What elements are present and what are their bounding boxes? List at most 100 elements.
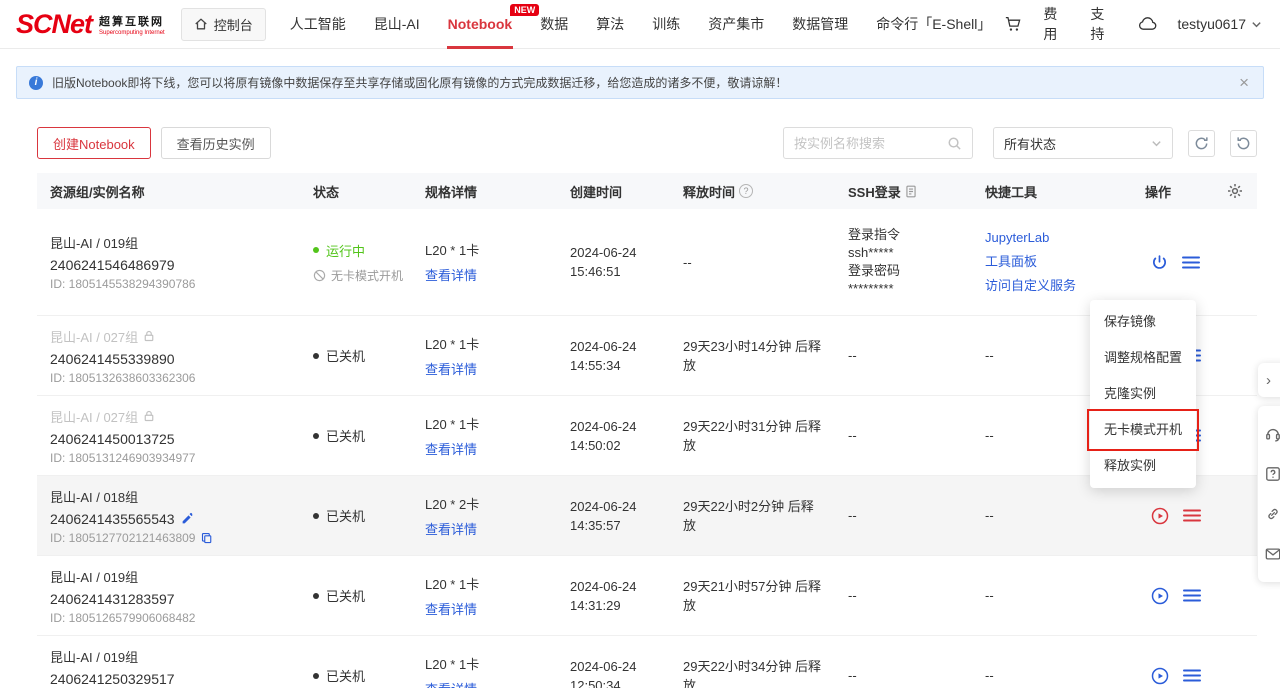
status-filter-select[interactable]: 所有状态: [993, 127, 1173, 159]
release-time: 29天23小时14分钟 后释放: [683, 337, 848, 375]
no-gpu-mode-icon: [313, 269, 326, 282]
custom-service-link[interactable]: 访问自定义服务: [985, 274, 1137, 298]
status-dot: [313, 673, 319, 679]
nav-item-ai[interactable]: 人工智能: [276, 0, 360, 49]
scnet-logo[interactable]: SCNet 超算互联网 Supercomputing Internet: [16, 11, 165, 38]
toolbar: 创建Notebook 查看历史实例 所有状态: [37, 127, 1257, 159]
support-link[interactable]: 支持: [1090, 4, 1116, 44]
create-notebook-button[interactable]: 创建Notebook: [37, 127, 151, 159]
menu-item-no-gpu-boot[interactable]: 无卡模式开机: [1090, 412, 1196, 448]
more-actions-icon[interactable]: [1183, 508, 1201, 523]
spec-text: L20 * 1卡: [425, 654, 562, 673]
view-details-link[interactable]: 查看详情: [425, 359, 562, 378]
refresh-button[interactable]: [1188, 130, 1215, 157]
view-details-link[interactable]: 查看详情: [425, 519, 562, 538]
nav-item-asset-market[interactable]: 资产集市: [694, 0, 778, 49]
edit-icon[interactable]: [181, 512, 194, 525]
feedback-button[interactable]: [1265, 534, 1280, 574]
header-created: 创建时间: [570, 182, 683, 201]
instance-id: ID: 1805131246903934977: [50, 451, 305, 465]
nav-right: 费用 支持 testyu0617: [1005, 4, 1262, 44]
created-time: 2024-06-24 14:55:34: [570, 337, 683, 375]
tool-panel-link[interactable]: 工具面板: [985, 250, 1137, 274]
ssh-login: --: [848, 428, 985, 443]
search-input[interactable]: [794, 136, 947, 151]
resource-group: 昆山-AI / 019组: [50, 647, 305, 666]
start-icon[interactable]: [1151, 587, 1169, 605]
start-icon[interactable]: [1151, 667, 1169, 685]
link-button[interactable]: [1265, 494, 1280, 534]
view-details-link[interactable]: 查看详情: [425, 265, 562, 284]
nav-item-eshell[interactable]: 命令行「E-Shell」: [862, 0, 1005, 49]
view-details-link[interactable]: 查看详情: [425, 679, 562, 688]
view-details-link[interactable]: 查看详情: [425, 599, 562, 618]
jupyterlab-link[interactable]: JupyterLab: [985, 226, 1137, 250]
view-details-link[interactable]: 查看详情: [425, 439, 562, 458]
console-button[interactable]: 控制台: [181, 8, 266, 41]
start-icon[interactable]: [1151, 507, 1169, 525]
help-tooltip-icon[interactable]: ?: [739, 184, 753, 198]
nav-notebook-label: Notebook: [448, 16, 513, 32]
more-actions-icon[interactable]: [1182, 255, 1200, 270]
headset-icon: [1265, 426, 1280, 442]
nav-item-notebook[interactable]: Notebook NEW: [434, 0, 527, 49]
mail-icon: [1265, 547, 1280, 561]
status-badge: 已关机: [313, 426, 417, 445]
nav-item-data-management[interactable]: 数据管理: [778, 0, 862, 49]
instance-id: ID: 1805127702121463809: [50, 531, 305, 545]
cloud-icon[interactable]: [1138, 17, 1157, 31]
status-badge: 已关机: [313, 346, 417, 365]
ssh-login: 登录指令 ssh***** 登录密码 *********: [848, 226, 985, 298]
help-button[interactable]: [1265, 454, 1280, 494]
logo-subtitle-en: Supercomputing Internet: [99, 30, 165, 36]
support-button[interactable]: [1265, 414, 1280, 454]
quick-tools: --: [985, 588, 1145, 603]
release-time: 29天22小时31分钟 后释放: [683, 417, 848, 455]
quick-tools: JupyterLab 工具面板 访问自定义服务: [985, 226, 1145, 298]
cost-link[interactable]: 费用: [1043, 4, 1069, 44]
nav-item-kunshan-ai[interactable]: 昆山-AI: [360, 0, 434, 49]
table-row: 昆山-AI / 027组 2406241455339890 ID: 180513…: [37, 316, 1257, 396]
instance-id: ID: 1805126579906068482: [50, 611, 305, 625]
more-actions-icon[interactable]: [1183, 588, 1201, 603]
cart-icon[interactable]: [1005, 16, 1022, 32]
menu-item-save-image[interactable]: 保存镜像: [1090, 304, 1196, 340]
created-time: 2024-06-24 14:50:02: [570, 417, 683, 455]
menu-item-adjust-spec[interactable]: 调整规格配置: [1090, 340, 1196, 376]
collapse-panel-button[interactable]: ›: [1258, 363, 1280, 397]
header-name: 资源组/实例名称: [37, 182, 313, 201]
view-history-button[interactable]: 查看历史实例: [161, 127, 271, 159]
header-tools: 快捷工具: [985, 182, 1145, 201]
instance-name: 2406241450013725: [50, 431, 305, 447]
spec-text: L20 * 1卡: [425, 414, 562, 433]
copy-icon[interactable]: [201, 532, 213, 544]
ssh-login: --: [848, 508, 985, 523]
status-badge: 已关机: [313, 506, 417, 525]
instance-table: 资源组/实例名称 状态 规格详情 创建时间 释放时间? SSH登录 快捷工具 操…: [37, 173, 1257, 688]
reset-icon: [1236, 136, 1251, 151]
main-nav: 人工智能 昆山-AI Notebook NEW 数据 算法 训练 资产集市 数据…: [276, 0, 1006, 49]
close-icon[interactable]: ×: [1237, 74, 1251, 91]
username: testyu0617: [1178, 16, 1247, 32]
resource-group: 昆山-AI / 018组: [50, 487, 305, 506]
header-ssh: SSH登录: [848, 182, 985, 201]
more-actions-icon[interactable]: [1183, 668, 1201, 683]
spec-text: L20 * 2卡: [425, 494, 562, 513]
shutdown-icon[interactable]: [1151, 254, 1168, 271]
search-icon[interactable]: [947, 136, 962, 151]
instance-name: 2406241250329517: [50, 671, 305, 687]
reset-button[interactable]: [1230, 130, 1257, 157]
user-menu[interactable]: testyu0617: [1178, 16, 1263, 32]
nav-item-training[interactable]: 训练: [638, 0, 694, 49]
instance-name: 2406241435565543: [50, 511, 305, 527]
instance-name: 2406241431283597: [50, 591, 305, 607]
nav-item-data[interactable]: 数据: [526, 0, 582, 49]
gear-icon[interactable]: [1227, 183, 1243, 199]
created-time: 2024-06-24 14:35:57: [570, 497, 683, 535]
resource-group: 昆山-AI / 019组: [50, 233, 305, 252]
menu-item-release-instance[interactable]: 释放实例: [1090, 448, 1196, 484]
chevron-right-icon: ›: [1266, 372, 1271, 389]
spec-text: L20 * 1卡: [425, 240, 562, 259]
menu-item-clone-instance[interactable]: 克隆实例: [1090, 376, 1196, 412]
nav-item-algorithms[interactable]: 算法: [582, 0, 638, 49]
